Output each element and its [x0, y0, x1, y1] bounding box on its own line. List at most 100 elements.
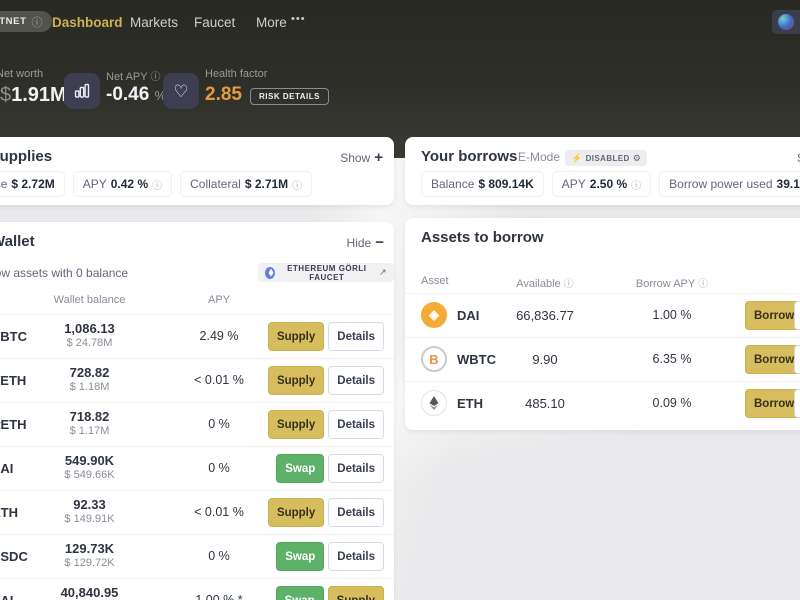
external-link-icon: ↗	[379, 267, 387, 278]
info-icon[interactable]: ⓘ	[564, 279, 574, 290]
asset-apy: 0 %	[178, 417, 260, 431]
stat-chip: APY0.42 %ⓘ	[73, 171, 172, 197]
asset-available: 485.10	[485, 396, 605, 411]
details-button[interactable]: Details	[328, 454, 384, 483]
testnet-badge: TESTNET ⓘ	[0, 11, 52, 32]
dai-icon: ◈	[421, 302, 447, 328]
asset-actions: SupplyDetails	[268, 322, 384, 351]
asset-balance: 549.90K$ 549.66K	[28, 453, 151, 481]
wallet-hide-toggle[interactable]: Hide−	[347, 234, 384, 251]
asset-symbol: DAI	[0, 461, 13, 476]
assets-to-borrow-title: Assets to borrow	[421, 229, 544, 246]
net-apy-label: Net APY ⓘ	[106, 68, 160, 83]
ethereum-icon	[265, 267, 275, 279]
eth-icon	[421, 390, 447, 416]
info-icon[interactable]: ⓘ	[292, 177, 302, 192]
top-header: TESTNET ⓘ Dashboard Markets Faucet More …	[0, 0, 800, 158]
wallet-title: Wallet	[0, 233, 35, 250]
risk-details-button[interactable]: RISK DETAILS	[250, 88, 329, 105]
borrow-asset-row: ETH 485.10 0.09 % Borrow Details	[405, 381, 800, 425]
asset-symbol: USDC	[0, 549, 28, 564]
wallet-asset-row: WETH 728.82$ 1.18M < 0.01 % SupplyDetail…	[0, 358, 394, 402]
swap-button[interactable]: Swap	[276, 454, 324, 483]
net-worth-amount: 1.91M	[11, 84, 67, 106]
wallet-asset-row: WBTC 1,086.13$ 24.78M 2.49 % SupplyDetai…	[0, 314, 394, 358]
asset-apy: < 0.01 %	[178, 373, 260, 387]
details-button[interactable]: Details	[328, 498, 384, 527]
column-borrow-apy: Borrow APY ⓘ	[610, 275, 734, 290]
borrows-stats: Balance$ 809.14K APY2.50 %ⓘ Borrow power…	[421, 171, 800, 197]
wallet-account-button[interactable]	[772, 10, 800, 34]
borrow-button[interactable]: Borrow	[745, 301, 800, 330]
supply-button[interactable]: Supply	[268, 410, 324, 439]
supply-button[interactable]: Supply	[268, 498, 324, 527]
asset-apy: 0 %	[178, 461, 260, 475]
asset-apy: 0 %	[178, 549, 260, 563]
asset-apy: 1.00 % *	[178, 593, 260, 600]
wallet-asset-row: DAI 549.90K$ 549.66K 0 % SwapDetails	[0, 446, 394, 490]
assets-to-borrow-panel: Assets to borrow Asset Available ⓘ Borro…	[405, 218, 800, 430]
asset-symbol: ETH	[457, 396, 483, 411]
health-factor-label: Health factor	[205, 68, 267, 80]
nav-dashboard[interactable]: Dashboard	[52, 15, 123, 30]
details-button[interactable]: Details	[328, 366, 384, 395]
details-button[interactable]: Details	[328, 542, 384, 571]
wallet-asset-row: ETH 92.33$ 149.91K < 0.01 % SupplyDetail…	[0, 490, 394, 534]
wallet-avatar	[778, 14, 794, 30]
info-icon[interactable]: ⓘ	[152, 177, 162, 192]
borrow-asset-list: ◈ DAI 66,836.77 1.00 % Borrow Details B …	[405, 293, 800, 425]
asset-borrow-apy: 6.35 %	[610, 352, 734, 366]
more-dots-icon[interactable]: •••	[291, 13, 306, 25]
swap-button[interactable]: Swap	[276, 542, 324, 571]
asset-balance: 92.33$ 149.91K	[28, 497, 151, 525]
asset-actions: SupplyDetails	[268, 366, 384, 395]
asset-available: 9.90	[485, 352, 605, 367]
ethereum-goerli-faucet-button[interactable]: ETHEREUM GÖRLI FAUCET ↗	[258, 263, 394, 282]
supply-button[interactable]: Supply	[328, 586, 384, 600]
info-icon[interactable]: ⓘ	[698, 279, 708, 290]
plus-icon: +	[374, 149, 383, 166]
asset-balance: 40,840.95$ 40,892.49	[28, 585, 151, 600]
details-button[interactable]: Details	[794, 389, 800, 418]
supplies-stats: Balance$ 2.72M APY0.42 %ⓘ Collateral$ 2.…	[0, 171, 312, 197]
borrow-asset-row: ◈ DAI 66,836.77 1.00 % Borrow Details	[405, 293, 800, 337]
asset-actions: SupplyDetails	[268, 410, 384, 439]
emode-disabled-pill[interactable]: ⚡DISABLED⚙	[565, 150, 647, 166]
asset-actions: Swap Supply	[276, 586, 384, 600]
supply-button[interactable]: Supply	[268, 366, 324, 395]
wallet-asset-row: USDC 129.73K$ 129.72K 0 % SwapDetails	[0, 534, 394, 578]
info-icon[interactable]: ⓘ	[150, 72, 160, 83]
nav-faucet[interactable]: Faucet	[194, 15, 235, 30]
asset-borrow-apy: 1.00 %	[610, 308, 734, 322]
wallet-panel: Wallet Hide− Show assets with 0 balance …	[0, 222, 394, 600]
supplies-show-toggle[interactable]: Show+	[340, 149, 383, 166]
asset-symbol: WBTC	[0, 329, 27, 344]
net-worth-label: Net worth	[0, 68, 43, 80]
gear-icon[interactable]: ⚙	[633, 153, 641, 164]
nav-markets[interactable]: Markets	[130, 15, 178, 30]
asset-borrow-apy: 0.09 %	[610, 396, 734, 410]
supply-button[interactable]: Supply	[268, 322, 324, 351]
asset-actions: SupplyDetails	[268, 498, 384, 527]
details-button[interactable]: Details	[328, 322, 384, 351]
heart-icon: ♡	[163, 73, 199, 109]
asset-symbol: stETH	[0, 417, 27, 432]
asset-apy: < 0.01 %	[178, 505, 260, 519]
asset-balance: 718.82$ 1.17M	[28, 409, 151, 437]
info-icon[interactable]: ⓘ	[631, 177, 641, 192]
aave-dashboard: TESTNET ⓘ Dashboard Markets Faucet More …	[0, 0, 800, 600]
zero-balance-toggle-label[interactable]: Show assets with 0 balance	[0, 266, 128, 280]
nav-more[interactable]: More	[256, 15, 287, 30]
borrow-button[interactable]: Borrow	[745, 345, 800, 374]
swap-button[interactable]: Swap	[276, 586, 324, 600]
borrow-button[interactable]: Borrow	[745, 389, 800, 418]
health-factor-value: 2.85	[205, 84, 242, 106]
column-wallet-balance: Wallet balance	[28, 294, 151, 306]
asset-actions: SwapDetails	[276, 542, 384, 571]
asset-available: 66,836.77	[485, 308, 605, 323]
details-button[interactable]: Details	[328, 410, 384, 439]
details-button[interactable]: Details	[794, 301, 800, 330]
asset-balance: 1,086.13$ 24.78M	[28, 321, 151, 349]
details-button[interactable]: Details	[794, 345, 800, 374]
column-asset: Asset	[421, 275, 481, 287]
